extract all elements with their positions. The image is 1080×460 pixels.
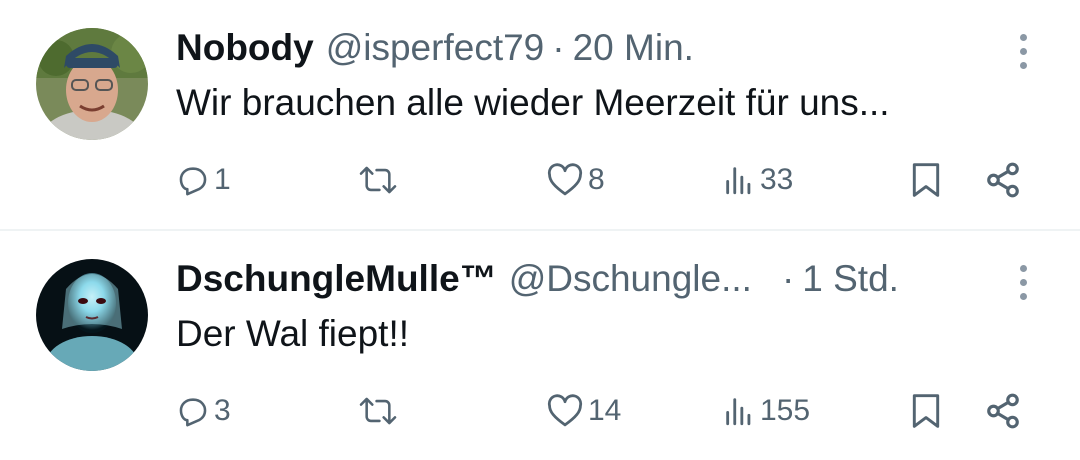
like-button[interactable]: 8	[546, 158, 605, 202]
bookmark-button[interactable]	[908, 158, 944, 202]
avatar[interactable]	[36, 28, 148, 140]
heart-icon	[547, 163, 583, 196]
more-vertical-icon[interactable]	[1012, 32, 1036, 72]
views-button[interactable]: 155	[722, 389, 810, 433]
timestamp[interactable]: 20 Min.	[573, 27, 694, 69]
tweet-actions: 1 8 33	[0, 158, 1080, 202]
avatar[interactable]	[36, 259, 148, 371]
views-button[interactable]: 33	[722, 158, 793, 202]
user-handle[interactable]: @isperfect79	[326, 27, 545, 69]
user-handle[interactable]: @Dschungle...	[509, 258, 752, 300]
share-icon	[987, 393, 1019, 429]
retweet-icon	[359, 166, 397, 194]
heart-icon	[547, 394, 583, 427]
tweet-actions: 3 14 155	[0, 389, 1080, 433]
view-count: 33	[760, 163, 794, 196]
tweet-header: Nobody @isperfect79 · 20 Min.	[176, 26, 694, 70]
retweet-icon	[359, 397, 397, 425]
retweet-button[interactable]	[358, 389, 402, 433]
tweet-header: DschungleMulle™ @Dschungle... · 1 Std.	[176, 257, 899, 301]
timestamp[interactable]: 1 Std.	[802, 258, 899, 300]
bookmark-icon	[912, 394, 940, 428]
views-icon	[726, 398, 751, 426]
more-vertical-icon[interactable]	[1012, 263, 1036, 303]
bookmark-button[interactable]	[908, 389, 944, 433]
view-count: 155	[760, 394, 811, 427]
tweet[interactable]: DschungleMulle™ @Dschungle... · 1 Std. D…	[0, 231, 1080, 460]
retweet-button[interactable]	[358, 158, 402, 202]
like-count: 8	[588, 163, 605, 196]
reply-icon	[179, 398, 207, 427]
display-name[interactable]: DschungleMulle™	[176, 258, 497, 300]
share-icon	[987, 162, 1019, 198]
share-button[interactable]	[984, 158, 1022, 202]
reply-count: 1	[214, 163, 231, 196]
reply-button[interactable]: 3	[176, 389, 231, 433]
views-icon	[726, 167, 751, 195]
share-button[interactable]	[984, 389, 1022, 433]
reply-count: 3	[214, 394, 231, 427]
separator: ·	[552, 27, 565, 68]
bookmark-icon	[912, 163, 940, 197]
tweet-text: Der Wal fiept!!	[176, 313, 410, 354]
like-button[interactable]: 14	[546, 389, 621, 433]
like-count: 14	[588, 394, 622, 427]
display-name[interactable]: Nobody	[176, 27, 314, 69]
tweet[interactable]: Nobody @isperfect79 · 20 Min. Wir brauch…	[0, 0, 1080, 230]
separator: ·	[781, 258, 795, 299]
tweet-text: Wir brauchen alle wieder Meerzeit für un…	[176, 82, 890, 123]
avatar-photo	[36, 259, 148, 371]
avatar-photo	[36, 28, 148, 140]
reply-icon	[179, 167, 207, 196]
reply-button[interactable]: 1	[176, 158, 231, 202]
